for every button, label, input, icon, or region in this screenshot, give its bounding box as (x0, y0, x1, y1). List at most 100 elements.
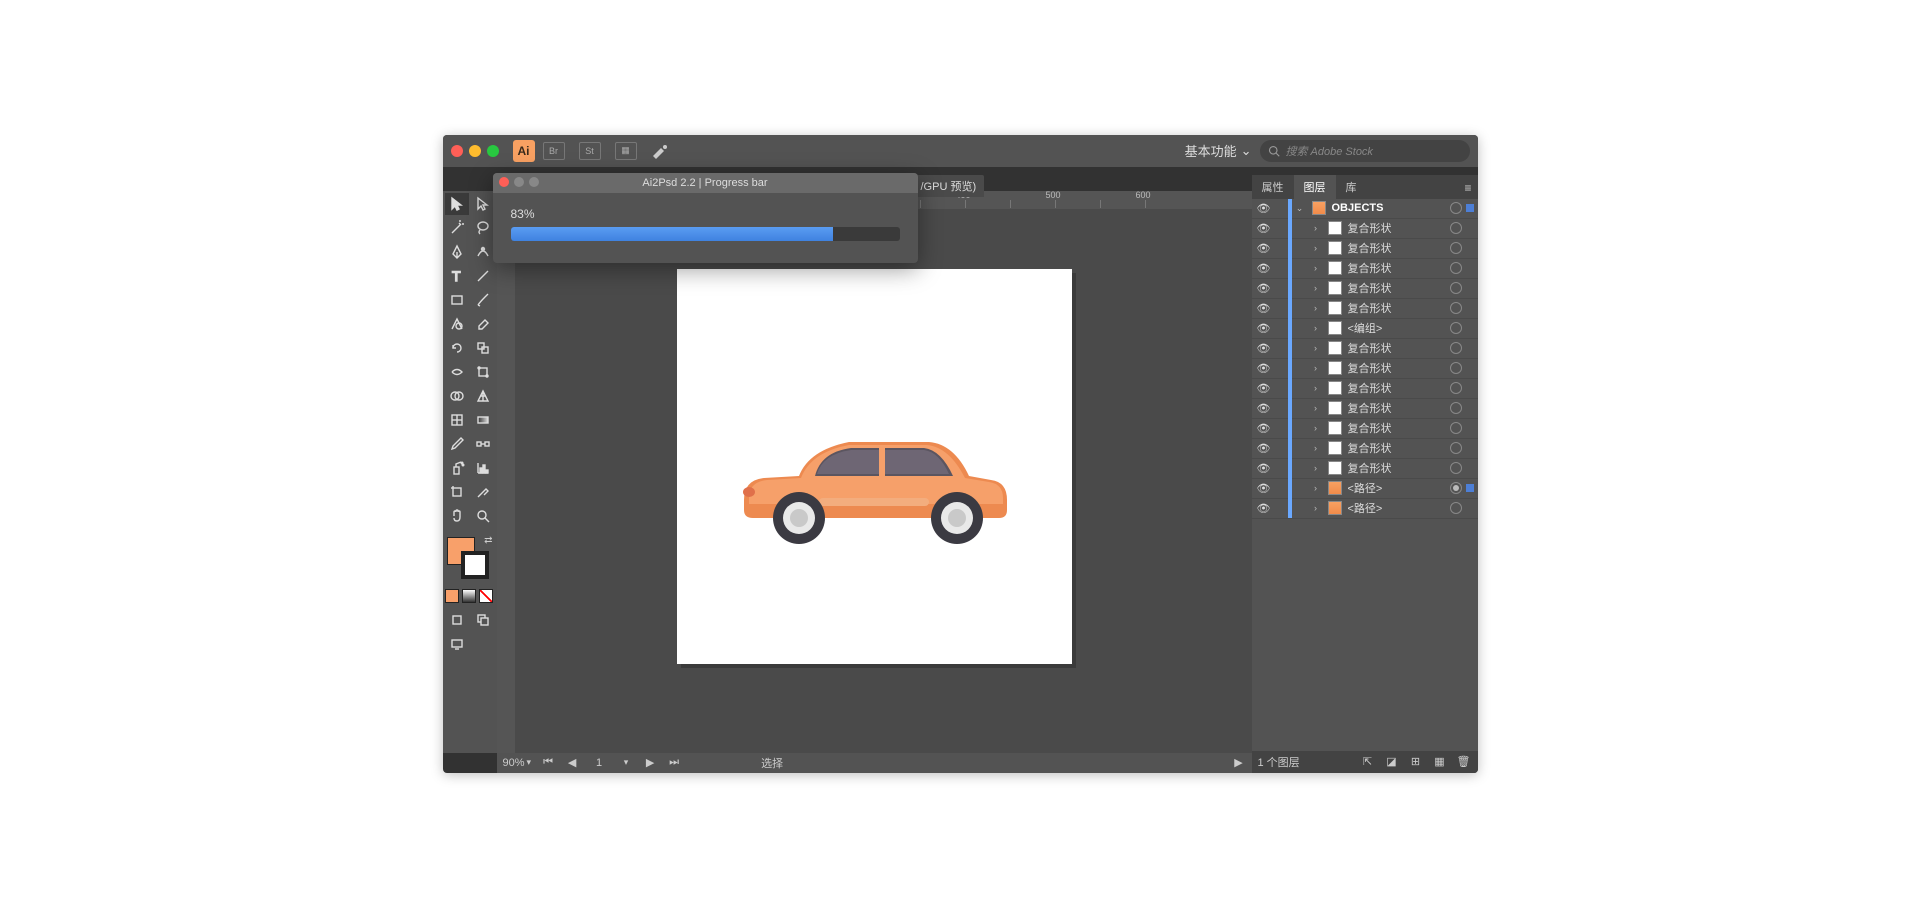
arrange-docs-icon[interactable]: ▦ (615, 142, 637, 160)
type-tool[interactable]: T (445, 265, 469, 287)
eraser-tool[interactable] (471, 313, 495, 335)
mesh-tool[interactable] (445, 409, 469, 431)
layer-row[interactable]: 👁›<路径> (1252, 499, 1478, 519)
visibility-toggle[interactable]: 👁 (1256, 502, 1272, 515)
paintbrush-tool[interactable] (471, 289, 495, 311)
expand-icon[interactable]: › (1310, 343, 1322, 353)
expand-icon[interactable]: › (1310, 503, 1322, 513)
artboard-dropdown[interactable]: ▾ (619, 756, 633, 770)
visibility-toggle[interactable]: 👁 (1256, 302, 1272, 315)
visibility-toggle[interactable]: 👁 (1256, 462, 1272, 475)
target-icon[interactable] (1450, 242, 1462, 254)
target-icon[interactable] (1450, 462, 1462, 474)
layer-row[interactable]: 👁›<路径> (1252, 479, 1478, 499)
target-icon[interactable] (1450, 342, 1462, 354)
window-close-button[interactable] (451, 145, 463, 157)
shape-builder-tool[interactable] (445, 385, 469, 407)
visibility-toggle[interactable]: 👁 (1256, 402, 1272, 415)
target-icon[interactable] (1450, 202, 1462, 214)
target-icon[interactable] (1450, 382, 1462, 394)
collapse-icon[interactable]: ⌄ (1294, 203, 1306, 214)
layer-row[interactable]: 👁›复合形状 (1252, 359, 1478, 379)
tab-layers[interactable]: 图层 (1294, 175, 1336, 199)
target-icon[interactable] (1450, 282, 1462, 294)
visibility-toggle[interactable]: 👁 (1256, 242, 1272, 255)
tab-libraries[interactable]: 库 (1336, 175, 1367, 199)
none-mode[interactable] (479, 589, 493, 603)
target-icon[interactable] (1450, 222, 1462, 234)
layer-row[interactable]: 👁›复合形状 (1252, 339, 1478, 359)
layer-row[interactable]: 👁›复合形状 (1252, 239, 1478, 259)
visibility-toggle[interactable]: 👁 (1256, 342, 1272, 355)
line-tool[interactable] (471, 265, 495, 287)
free-transform-tool[interactable] (471, 361, 495, 383)
new-layer-icon[interactable]: ▦ (1432, 754, 1448, 770)
swap-fill-stroke-icon[interactable]: ⇄ (484, 535, 492, 546)
layer-row[interactable]: 👁›复合形状 (1252, 219, 1478, 239)
selection-tool[interactable] (445, 193, 469, 215)
layer-row[interactable]: 👁›复合形状 (1252, 399, 1478, 419)
stock-search-field[interactable]: 搜索 Adobe Stock (1260, 140, 1470, 162)
tab-properties[interactable]: 属性 (1252, 175, 1294, 199)
visibility-toggle[interactable]: 👁 (1256, 362, 1272, 375)
expand-icon[interactable]: › (1310, 403, 1322, 413)
expand-icon[interactable]: › (1310, 443, 1322, 453)
prev-artboard-button[interactable]: ◀ (565, 756, 579, 770)
blend-tool[interactable] (471, 433, 495, 455)
solid-color-mode[interactable] (445, 589, 459, 603)
screen-mode[interactable] (445, 633, 469, 655)
target-icon[interactable] (1450, 362, 1462, 374)
layer-row[interactable]: 👁›复合形状 (1252, 459, 1478, 479)
target-icon[interactable] (1450, 442, 1462, 454)
expand-icon[interactable]: › (1310, 303, 1322, 313)
make-clip-mask-icon[interactable]: ◪ (1384, 754, 1400, 770)
magic-wand-tool[interactable] (445, 217, 469, 239)
layer-row[interactable]: 👁›复合形状 (1252, 299, 1478, 319)
visibility-toggle[interactable]: 👁 (1256, 202, 1272, 215)
layer-row[interactable]: 👁›复合形状 (1252, 379, 1478, 399)
progress-dialog-titlebar[interactable]: Ai2Psd 2.2 | Progress bar (493, 173, 918, 193)
window-minimize-button[interactable] (469, 145, 481, 157)
first-artboard-button[interactable]: ⏮ (541, 756, 555, 770)
draw-mode-behind[interactable] (471, 609, 495, 631)
rectangle-tool[interactable] (445, 289, 469, 311)
draw-mode-normal[interactable] (445, 609, 469, 631)
stroke-color-swatch[interactable] (461, 551, 489, 579)
target-icon[interactable] (1450, 402, 1462, 414)
target-icon[interactable] (1450, 262, 1462, 274)
target-icon[interactable] (1450, 302, 1462, 314)
slice-tool[interactable] (471, 481, 495, 503)
layer-row-toplevel[interactable]: 👁⌄OBJECTS (1252, 199, 1478, 219)
stock-icon[interactable]: St (579, 142, 601, 160)
dialog-close-button[interactable] (499, 177, 509, 187)
layer-row[interactable]: 👁›复合形状 (1252, 419, 1478, 439)
expand-icon[interactable]: › (1310, 463, 1322, 473)
target-icon[interactable] (1450, 482, 1462, 494)
target-icon[interactable] (1450, 422, 1462, 434)
expand-icon[interactable]: › (1310, 483, 1322, 493)
direct-selection-tool[interactable] (471, 193, 495, 215)
canvas-area[interactable]: 300400500600 (497, 191, 1252, 753)
expand-icon[interactable]: › (1310, 243, 1322, 253)
gradient-tool[interactable] (471, 409, 495, 431)
visibility-toggle[interactable]: 👁 (1256, 262, 1272, 275)
layer-row[interactable]: 👁›复合形状 (1252, 439, 1478, 459)
target-icon[interactable] (1450, 502, 1462, 514)
pen-tool[interactable] (445, 241, 469, 263)
expand-icon[interactable]: › (1310, 323, 1322, 333)
gradient-mode[interactable] (462, 589, 476, 603)
visibility-toggle[interactable]: 👁 (1256, 222, 1272, 235)
visibility-toggle[interactable]: 👁 (1256, 282, 1272, 295)
artboard-tool[interactable] (445, 481, 469, 503)
width-tool[interactable] (445, 361, 469, 383)
zoom-tool[interactable] (471, 505, 495, 527)
workspace-switcher[interactable]: 基本功能 ⌄ (1185, 141, 1252, 160)
document-tab[interactable]: /GPU 预览) (913, 175, 985, 197)
scale-tool[interactable] (471, 337, 495, 359)
create-sublayer-icon[interactable]: ⊞ (1408, 754, 1424, 770)
locate-object-icon[interactable]: ⇱ (1360, 754, 1376, 770)
brush-menu-icon[interactable] (651, 143, 669, 159)
layer-row[interactable]: 👁›复合形状 (1252, 259, 1478, 279)
expand-icon[interactable]: › (1310, 283, 1322, 293)
visibility-toggle[interactable]: 👁 (1256, 482, 1272, 495)
